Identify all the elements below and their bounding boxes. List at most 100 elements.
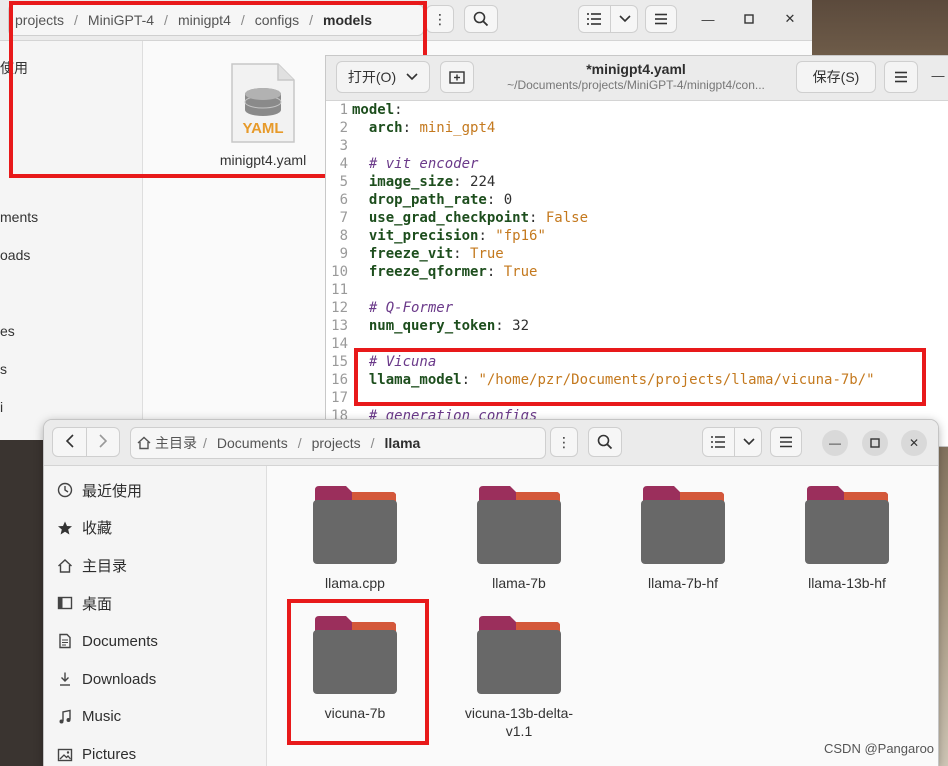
minimize-button[interactable]: — [928, 65, 948, 85]
folder-icon[interactable] [804, 486, 890, 566]
sidebar-item-music[interactable]: Music [56, 705, 121, 729]
folder-label[interactable]: llama.cpp [280, 574, 430, 592]
code-line: image_size: 224 [368, 174, 496, 190]
sidebar-item-label: 收藏 [82, 520, 113, 538]
highlight-box-vicuna [287, 599, 429, 745]
line-number: 16 [331, 372, 348, 388]
save-button[interactable]: 保存(S) [796, 61, 876, 93]
hamburger-icon [655, 13, 667, 25]
home-icon [56, 558, 74, 574]
line-number: 8 [339, 228, 348, 244]
header-bar: 主目录 / Documents / projects / llama ⋮ — ✕ [44, 420, 938, 466]
crumb-llama[interactable]: llama [379, 435, 427, 451]
maximize-icon [744, 14, 754, 24]
crumb-home-label: 主目录 [155, 435, 197, 451]
close-button[interactable]: ✕ [780, 9, 800, 29]
line-number: 1 [339, 102, 348, 118]
open-button[interactable]: 打开(O) [336, 61, 430, 93]
close-icon: ✕ [908, 436, 920, 450]
file-manager-llama-window: 主目录 / Documents / projects / llama ⋮ — ✕ 最… [44, 420, 938, 766]
main-menu-button[interactable] [645, 5, 677, 33]
line-number: 12 [331, 300, 348, 316]
line-number: 9 [339, 246, 348, 262]
sidebar: 最近使用收藏主目录桌面 Documents Downloads Music Pictur… [44, 466, 267, 766]
code-line: drop_path_rate: 0 [368, 192, 513, 208]
sidebar-item-document[interactable]: Documents [56, 629, 158, 653]
sidebar-item[interactable]: i [0, 399, 3, 415]
chevron-down-icon [618, 15, 631, 23]
folder-icon[interactable] [312, 486, 398, 566]
folder-icon[interactable] [476, 616, 562, 696]
close-button[interactable]: ✕ [901, 430, 927, 456]
line-number: 15 [331, 354, 348, 370]
sidebar-item[interactable]: ments [0, 209, 38, 225]
path-menu-button[interactable]: ⋮ [426, 5, 454, 33]
picture-icon [56, 747, 74, 763]
hamburger-icon [780, 436, 792, 448]
sidebar-item-clock[interactable]: 最近使用 [56, 478, 142, 502]
clock-icon [56, 482, 74, 498]
download-icon [56, 671, 74, 687]
main-menu-button[interactable] [770, 427, 802, 457]
sidebar-item-label: Downloads [82, 670, 157, 688]
sidebar-item[interactable]: oads [0, 247, 30, 263]
code-line: model: [352, 102, 412, 118]
chevron-left-icon [65, 433, 74, 448]
document-icon [56, 633, 74, 649]
document-title: *minigpt4.yaml [586, 61, 686, 77]
highlight-box-llama-model [354, 348, 926, 406]
minimize-icon: — [701, 11, 715, 27]
path-menu-button[interactable]: ⋮ [550, 427, 578, 457]
sidebar-item-picture[interactable]: Pictures [56, 743, 136, 766]
code-line: use_grad_checkpoint: False [368, 210, 589, 226]
kebab-icon: ⋮ [557, 433, 571, 450]
sidebar-item-desktop[interactable]: 桌面 [56, 591, 112, 615]
maximize-button[interactable] [739, 9, 759, 29]
minimize-button[interactable]: — [698, 9, 718, 29]
line-number: 7 [339, 210, 348, 226]
star-icon [56, 520, 74, 536]
code-line: # Q-Former [368, 300, 454, 316]
sidebar-item[interactable]: s [0, 361, 7, 377]
watermark: CSDN @Pangaroo [824, 741, 935, 756]
folder-label[interactable]: vicuna-13b-delta-v1.1 [444, 704, 594, 740]
close-icon: ✕ [784, 11, 796, 26]
maximize-button[interactable] [862, 430, 888, 456]
minimize-icon: — [931, 67, 945, 83]
desktop-icon [56, 595, 74, 611]
line-number: 11 [331, 282, 348, 298]
minimize-button[interactable]: — [822, 430, 848, 456]
editor-menu-button[interactable] [884, 61, 918, 93]
folder-label[interactable]: llama-13b-hf [772, 574, 922, 592]
sidebar-item-download[interactable]: Downloads [56, 667, 156, 691]
line-number: 4 [339, 156, 348, 172]
code-line: vit_precision: "fp16" [368, 228, 546, 244]
view-toggle-button[interactable] [578, 5, 638, 33]
folder-icon[interactable] [640, 486, 726, 566]
chevron-right-icon [99, 433, 108, 448]
folder-label[interactable]: llama-7b [444, 574, 594, 592]
view-toggle-button[interactable] [702, 427, 762, 457]
breadcrumb: 主目录 / Documents / projects / llama [130, 427, 546, 459]
line-number: 2 [339, 120, 348, 136]
sidebar-item-label: 主目录 [82, 558, 128, 576]
back-button[interactable] [53, 433, 86, 451]
folder-label[interactable]: llama-7b-hf [608, 574, 758, 592]
sidebar-item-label: 桌面 [82, 595, 113, 613]
crumb-documents[interactable]: Documents [211, 435, 294, 451]
search-button[interactable] [588, 427, 622, 457]
line-number: 5 [339, 174, 348, 190]
line-number: 10 [331, 264, 348, 280]
crumb-home[interactable]: 主目录 [131, 433, 199, 453]
search-button[interactable] [464, 5, 498, 33]
kebab-icon: ⋮ [433, 10, 447, 27]
sidebar-item-star[interactable]: 收藏 [56, 516, 112, 540]
sidebar-item[interactable]: es [0, 323, 15, 339]
list-view-icon [586, 13, 601, 25]
sidebar-item-home[interactable]: 主目录 [56, 554, 127, 578]
folder-icon[interactable] [476, 486, 562, 566]
code-line: freeze_vit: True [368, 246, 504, 262]
crumb-projects[interactable]: projects [306, 435, 367, 451]
forward-button[interactable] [87, 433, 119, 451]
editor-header-bar: 打开(O) *minigpt4.yaml ~/Documents/project… [326, 56, 948, 101]
